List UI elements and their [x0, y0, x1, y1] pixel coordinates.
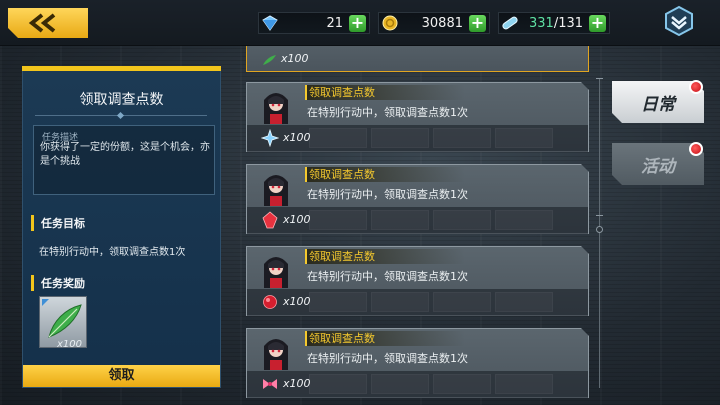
back-button[interactable]	[8, 8, 88, 38]
gem-count: 21	[326, 15, 343, 31]
task-description: 在特别行动中，领取调查点数1次	[307, 352, 468, 365]
panel-accent-strip	[22, 66, 221, 71]
task-detail-panel: 领取调查点数 任务描述 你获得了一定的份额，这是个机会，亦是个挑战 任务目标 在…	[22, 66, 221, 388]
add-gem-button[interactable]: +	[349, 15, 366, 32]
task-description: 在特别行动中，领取调查点数1次	[307, 106, 468, 119]
task-card-partial[interactable]: x100	[246, 46, 589, 72]
top-bar: 21 + 30881 + 331/131 +	[0, 0, 720, 46]
red-gem-icon	[261, 293, 279, 311]
task-reward-quantity: x100	[283, 213, 311, 226]
gold-resource: 30881 +	[378, 12, 490, 34]
green-feather-icon	[48, 304, 82, 338]
task-title: 领取调查点数	[305, 331, 465, 346]
pink-bow-icon	[261, 375, 279, 393]
notification-badge	[689, 80, 703, 94]
task-reward-quantity: x100	[283, 295, 311, 308]
task-card[interactable]: 领取调查点数 在特别行动中，领取调查点数1次 x100	[246, 82, 589, 152]
objective-heading: 任务目标	[31, 215, 85, 231]
rail-tick	[596, 78, 603, 79]
back-arrow-icon	[26, 13, 70, 33]
task-description: 在特别行动中，领取调查点数1次	[307, 270, 468, 283]
description-text: 你获得了一定的份额，这是个机会，亦是个挑战	[40, 142, 210, 167]
claim-button[interactable]: 领取	[23, 365, 220, 387]
task-detail-title: 领取调查点数	[79, 92, 164, 108]
character-avatar-icon	[261, 250, 291, 288]
add-gold-button[interactable]: +	[469, 15, 486, 32]
scroll-knob[interactable]	[596, 226, 603, 233]
red-crystal-icon	[261, 211, 279, 229]
task-reward-quantity: x100	[283, 131, 311, 144]
reward-heading: 任务奖励	[31, 275, 85, 291]
chevron-menu-icon	[665, 5, 693, 37]
task-title: 领取调查点数	[305, 167, 465, 182]
task-reward-quantity: x100	[283, 377, 311, 390]
menu-button[interactable]	[663, 5, 695, 37]
reward-quantity: x100	[57, 339, 83, 350]
objective-text: 在特别行动中，领取调查点数1次	[39, 247, 186, 258]
green-feather-icon	[263, 55, 276, 65]
character-avatar-icon	[261, 86, 291, 124]
task-title: 领取调查点数	[305, 85, 465, 100]
divider-diamond-icon	[116, 111, 125, 120]
blue-gem-icon	[259, 12, 281, 34]
character-avatar-icon	[261, 168, 291, 206]
gold-count: 30881	[421, 15, 463, 31]
rail-tick	[596, 215, 603, 216]
description-box: 任务描述 你获得了一定的份额，这是个机会，亦是个挑战	[33, 125, 215, 195]
stamina-current: 331	[529, 15, 554, 31]
stamina-resource: 331/131 +	[498, 12, 610, 34]
task-title: 领取调查点数	[305, 249, 465, 264]
blue-star-crystal-icon	[261, 129, 279, 147]
task-card[interactable]: 领取调查点数 在特别行动中，领取调查点数1次 x100	[246, 328, 589, 398]
task-list[interactable]: x100 领取调查点数 在特别行动中，领取调查点数1次 x100 领取调查点数 …	[236, 46, 596, 405]
add-stamina-button[interactable]: +	[589, 15, 606, 32]
gold-coin-icon	[379, 12, 401, 34]
stamina-capsule-icon	[499, 12, 521, 34]
task-description: 在特别行动中，领取调查点数1次	[307, 188, 468, 201]
character-avatar-icon	[261, 332, 291, 370]
notification-badge	[689, 142, 703, 156]
task-card[interactable]: 领取调查点数 在特别行动中，领取调查点数1次 x100	[246, 164, 589, 234]
scroll-rail[interactable]	[599, 78, 600, 388]
task-card[interactable]: 领取调查点数 在特别行动中，领取调查点数1次 x100	[246, 246, 589, 316]
task-reward-quantity: x100	[281, 52, 309, 65]
gem-resource: 21 +	[258, 12, 370, 34]
stamina-max: /131	[553, 15, 584, 31]
